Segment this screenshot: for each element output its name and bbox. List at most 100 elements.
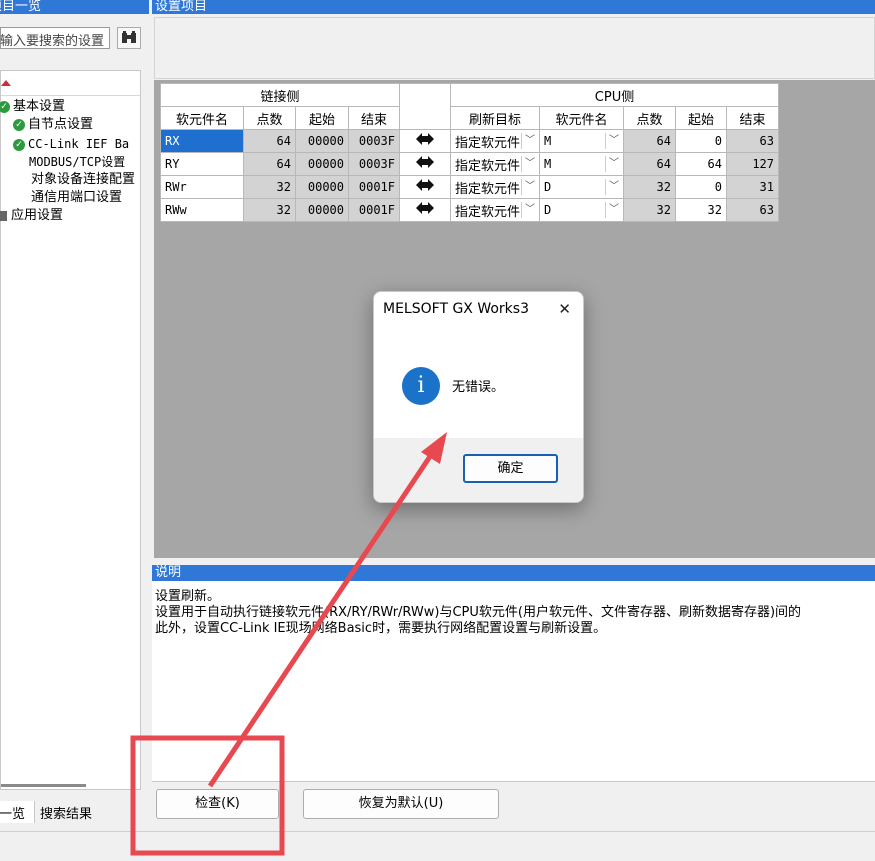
chevron-down-icon: ﹀ [521,133,538,149]
check-icon: ✓ [13,138,25,151]
search-placeholder: 输入要搜索的设置 [0,34,105,49]
cell-cpu-start[interactable]: 32 [675,198,727,222]
cell-cpu-start[interactable]: 64 [675,152,727,176]
tree-label: 通信用端口设置 [31,190,123,205]
select-value: 指定软元件 [455,204,521,220]
chevron-down-icon: ﹀ [605,156,622,172]
tab-list[interactable]: 一览 [0,801,35,823]
select-value: 指定软元件 [455,158,521,174]
refresh-target-select[interactable]: 指定软元件 ﹀ [450,152,540,176]
cell-cpu-points: 32 [623,198,676,222]
horizontal-scrollbar[interactable] [1,784,86,787]
left-panel-title-text: 项目一览 [0,0,42,14]
tree-label: MODBUS/TCP设置 [29,155,126,169]
ok-button-label: 确定 [497,461,524,476]
cell-start: 00000 [295,198,349,222]
cpu-device-select[interactable]: D ﹀ [539,175,624,199]
ok-button[interactable]: 确定 [463,454,558,483]
tab-label: 一览 [0,807,26,822]
cell-points: 32 [243,198,296,222]
cell-cpu-end: 63 [726,129,779,153]
col-refresh-target: 刷新目标 [450,106,540,130]
tab-label: 搜索结果 [40,807,93,822]
settings-title-text: 设置项目 [155,0,208,14]
tree-label: 自节点设置 [28,117,94,132]
refresh-target-select[interactable]: 指定软元件 ﹀ [450,198,540,222]
folder-icon [0,210,7,221]
binoculars-icon [122,31,136,43]
close-icon[interactable]: ✕ [558,300,571,318]
settings-title: 设置项目 [152,0,875,14]
bidirectional-arrow-icon [399,175,451,199]
cell-cpu-points: 64 [623,129,676,153]
refresh-target-select[interactable]: 指定软元件 ﹀ [450,129,540,153]
tree-label: CC-Link IEF Ba [28,137,130,151]
cell-cpu-end: 31 [726,175,779,199]
check-button-label: 检查(K) [195,796,240,811]
description-title: 说明 [152,565,875,581]
check-icon: ✓ [0,100,10,113]
cell-cpu-start[interactable]: 0 [675,175,727,199]
cell-device-name[interactable]: RX [160,129,244,153]
chevron-down-icon: ﹀ [521,179,538,195]
cell-cpu-end: 127 [726,152,779,176]
message-dialog: MELSOFT GX Works3 ✕ i 无错误。 确定 [373,291,584,503]
table-row: RY 64 00000 0003F 指定软元件 ﹀ M ﹀ 64 64 127 [160,152,779,176]
tree-item-comm-port[interactable]: 通信用端口设置 [31,189,122,207]
tree-item-application[interactable]: 应用设置 [0,207,63,225]
table-column-header: 软元件名 点数 起始 结束 刷新目标 软元件名 点数 起始 结束 [160,106,779,130]
col-start: 起始 [295,106,349,130]
col-cpu-points: 点数 [623,106,676,130]
restore-default-button[interactable]: 恢复为默认(U) [303,789,499,819]
tree-item-self-node[interactable]: ✓ 自节点设置 [13,116,93,134]
arrow-header [399,83,451,130]
cell-cpu-points: 32 [623,175,676,199]
settings-area-top [154,17,875,79]
tree-label: 应用设置 [11,208,64,223]
tree-item-basic[interactable]: ✓ 基本设置 [0,98,65,116]
chevron-down-icon: ﹀ [521,202,538,218]
cell-points: 64 [243,152,296,176]
cell-device-name[interactable]: RY [160,152,244,176]
cell-cpu-start[interactable]: 0 [675,129,727,153]
select-value: M [544,157,552,171]
col-device-name: 软元件名 [160,106,244,130]
search-input[interactable]: 输入要搜索的设置 [0,27,110,49]
refresh-target-select[interactable]: 指定软元件 ﹀ [450,175,540,199]
cell-end: 0003F [348,152,400,176]
restore-default-button-label: 恢复为默认(U) [358,796,444,811]
dialog-message: 无错误。 [452,380,505,395]
dialog-title: MELSOFT GX Works3 [383,301,529,317]
search-button[interactable] [117,27,141,49]
tab-search-results[interactable]: 搜索结果 [36,801,104,823]
col-cpu-start: 起始 [675,106,727,130]
select-value: D [544,180,552,194]
cell-device-name[interactable]: RWw [160,198,244,222]
left-panel-title: 项目一览 [0,0,149,14]
table-row: RX 64 00000 0003F 指定软元件 ﹀ M ﹀ 64 0 63 [160,129,779,153]
table-row: RWr 32 00000 0001F 指定软元件 ﹀ D ﹀ 32 0 31 [160,175,779,199]
tree-label: 基本设置 [13,99,66,114]
chevron-down-icon: ﹀ [605,202,622,218]
cell-points: 64 [243,129,296,153]
select-value: 指定软元件 [455,181,521,197]
cpu-device-select[interactable]: D ﹀ [539,198,624,222]
cell-cpu-points: 64 [623,152,676,176]
cell-points: 32 [243,175,296,199]
select-value: D [544,203,552,217]
tree-item-modbus[interactable]: MODBUS/TCP设置 [29,153,125,172]
dialog-footer: 确定 [374,438,583,502]
bidirectional-arrow-icon [399,152,451,176]
cell-device-name[interactable]: RWr [160,175,244,199]
refresh-settings-table: 链接侧 CPU侧 软元件名 点数 起始 结束 刷新目标 软元件名 点数 起始 结… [160,83,779,222]
cpu-device-select[interactable]: M ﹀ [539,152,624,176]
select-value: 指定软元件 [455,135,521,151]
tree-item-cclink[interactable]: ✓ CC-Link IEF Ba [13,135,129,154]
tree-label: 对象设备连接配置 [31,172,136,187]
check-button[interactable]: 检查(K) [156,789,279,819]
collapse-icon[interactable] [1,78,11,88]
cell-end: 0003F [348,129,400,153]
cell-cpu-end: 63 [726,198,779,222]
tree-item-target-device[interactable]: 对象设备连接配置 [31,171,135,189]
cpu-device-select[interactable]: M ﹀ [539,129,624,153]
